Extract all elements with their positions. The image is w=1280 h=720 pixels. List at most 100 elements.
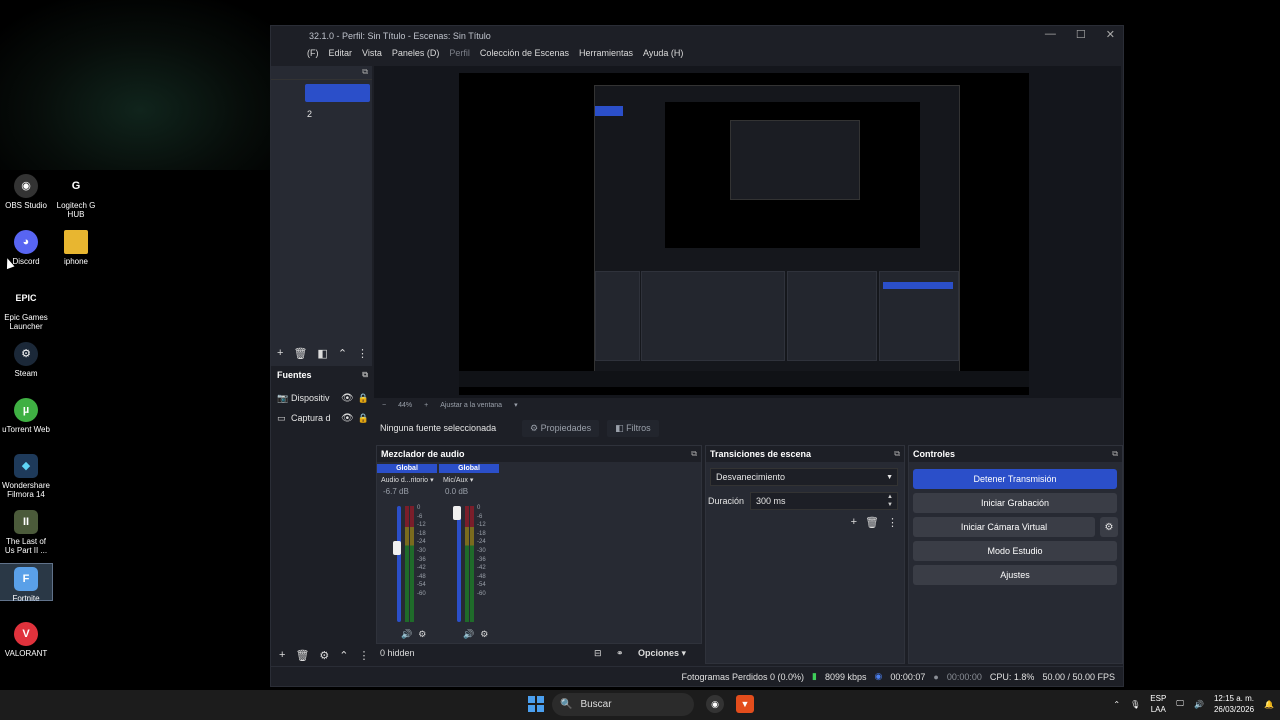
desktop-icon-valorant[interactable]: V VALORANT [0, 622, 52, 658]
add-icon[interactable]: + [851, 516, 857, 529]
desktop-icon-tlou[interactable]: II The Last of Us Part II ... [0, 510, 52, 555]
more-icon[interactable]: ⋮ [359, 649, 370, 662]
eye-icon[interactable]: 👁 [341, 413, 354, 424]
gear-icon[interactable]: ⚙ [319, 649, 329, 662]
chevron-down-icon[interactable]: ▾ [514, 401, 518, 409]
network-icon[interactable]: 🖵 [1176, 699, 1184, 709]
stop-streaming-button[interactable]: Detener Transmisión [913, 469, 1117, 489]
add-icon[interactable]: + [277, 347, 283, 359]
trash-icon[interactable]: 🗑 [293, 347, 307, 360]
menu-scene-collection[interactable]: Colección de Escenas [480, 48, 569, 64]
float-icon[interactable]: ⧉ [362, 67, 368, 77]
sources-dock: Fuentes ⧉ 📷 Dispositiv 👁 🔒 ▭ Captura d 👁… [273, 368, 372, 662]
volume-fader-handle[interactable] [453, 506, 461, 520]
menu-file[interactable]: (F) [307, 48, 319, 64]
float-icon[interactable]: ⧉ [362, 370, 368, 380]
desktop-icon-epic[interactable]: EPIC Epic Games Launcher [0, 286, 52, 331]
channel-name[interactable]: Audio d...ritorio ▾ [377, 473, 437, 487]
zoom-out-icon[interactable]: − [382, 402, 386, 409]
search-label: Buscar [580, 699, 612, 710]
float-icon[interactable]: ⧉ [691, 449, 697, 459]
desktop-icon-utorrent[interactable]: µ uTorrent Web [0, 398, 52, 434]
language-indicator[interactable]: ESP LAA [1150, 693, 1166, 715]
menu-view[interactable]: Vista [362, 48, 382, 64]
menu-tools[interactable]: Herramientas [579, 48, 633, 64]
volume-fader-handle[interactable] [393, 540, 401, 555]
menu-edit[interactable]: Editar [329, 48, 353, 64]
epic-games-icon: EPIC [15, 292, 37, 303]
desktop-icon-logitech[interactable]: G Logitech G HUB [50, 174, 102, 220]
scenes-dock: ⧉ 2 + 🗑 ◧ ⌃ ⋮ [271, 66, 372, 366]
db-scale-tick: -54 [477, 582, 486, 589]
trash-icon[interactable]: 🗑 [295, 649, 309, 662]
sources-title-text: Fuentes [277, 370, 312, 380]
desktop-icon-iphone[interactable]: iphone [50, 230, 102, 266]
brave-icon[interactable]: ▼ [736, 695, 754, 713]
preview-canvas[interactable] [459, 73, 1029, 395]
duration-input[interactable]: 300 ms ▲ ▼ [750, 492, 898, 510]
source-label: Captura d [291, 413, 331, 423]
menu-docks[interactable]: Paneles (D) [392, 48, 440, 64]
notification-icon[interactable]: 🔔 [1264, 700, 1274, 709]
taskbar-search[interactable]: 🔍 Buscar [552, 693, 694, 716]
channel-name[interactable]: Mic/Aux ▾ [439, 473, 499, 487]
settings-icon[interactable]: ⚙ [418, 629, 426, 640]
properties-button[interactable]: ⚙ Propiedades [522, 419, 600, 437]
obs-taskbar-icon[interactable]: ◉ [706, 695, 724, 713]
desktop-icon-fortnite[interactable]: F Fortnite [0, 563, 53, 603]
float-icon[interactable]: ⧉ [894, 449, 900, 459]
microphone-icon[interactable]: 🎙 [1130, 700, 1140, 709]
preview-area [374, 66, 1121, 398]
windows-start-icon[interactable] [528, 696, 544, 712]
transition-select[interactable]: Desvanecimiento ▼ [710, 468, 898, 486]
options-button[interactable]: Opciones ▾ [638, 648, 686, 659]
chevron-up-icon[interactable]: ⌃ [339, 649, 348, 662]
zoom-in-icon[interactable]: + [424, 402, 428, 409]
nested-sources [595, 271, 640, 361]
properties-label: Propiedades [540, 422, 592, 433]
more-icon[interactable]: ⋮ [357, 347, 368, 360]
dropped-frames: Fotogramas Perdidos 0 (0.0%) [681, 671, 805, 682]
scene-item-2[interactable]: 2 [307, 109, 312, 119]
start-virtual-camera-button[interactable]: Iniciar Cámara Virtual [913, 517, 1095, 537]
float-icon[interactable]: ⧉ [1112, 449, 1118, 459]
scene-item-selected[interactable] [305, 84, 370, 102]
filter-icon[interactable]: ◧ [317, 347, 327, 360]
start-recording-button[interactable]: Iniciar Grabación [913, 493, 1117, 513]
desktop-icon-filmora[interactable]: ◆ Wondershare Filmora 14 [0, 454, 52, 499]
trash-icon[interactable]: 🗑 [865, 516, 879, 529]
lock-icon[interactable]: 🔒 [358, 413, 369, 424]
volume-fader-track[interactable] [457, 506, 461, 622]
add-icon[interactable]: + [279, 649, 285, 661]
chevron-up-icon[interactable]: ⌃ [1113, 700, 1120, 709]
filters-button[interactable]: ◧ Filtros [607, 419, 659, 437]
menu-profile[interactable]: Perfil [449, 48, 470, 64]
spinner-icon[interactable]: ▲ ▼ [887, 493, 893, 509]
volume-fader-track[interactable] [397, 506, 401, 622]
chevron-up-icon[interactable]: ⌃ [338, 347, 347, 360]
clock[interactable]: 12:15 a. m. 26/03/2026 [1214, 693, 1254, 715]
maximize-icon[interactable]: ☐ [1076, 28, 1086, 41]
settings-icon[interactable]: ⚙ [480, 629, 488, 640]
eye-icon[interactable]: 👁 [341, 393, 354, 404]
link-icon[interactable]: ⚭ [616, 648, 638, 659]
scenes-header: ⧉ [271, 66, 372, 80]
source-item[interactable]: ▭ Captura d 👁 🔒 [273, 408, 372, 428]
studio-mode-button[interactable]: Modo Estudio [913, 541, 1117, 561]
minimize-icon[interactable]: — [1045, 28, 1056, 41]
speaker-icon[interactable]: 🔊 [463, 629, 474, 640]
gear-icon[interactable]: ⚙ [1100, 517, 1118, 537]
desktop-icon-steam[interactable]: ⚙ Steam [0, 342, 52, 378]
db-scale-tick: -30 [477, 547, 486, 554]
settings-button[interactable]: Ajustes [913, 565, 1117, 585]
more-icon[interactable]: ⋮ [887, 516, 898, 529]
desktop-icon-obs[interactable]: ◉ OBS Studio [0, 174, 52, 210]
lock-icon[interactable]: 🔒 [358, 393, 369, 404]
layout-icon[interactable]: ⊟ [594, 648, 616, 659]
zoom-fit[interactable]: Ajustar a la ventana [440, 402, 502, 409]
source-item[interactable]: 📷 Dispositiv 👁 🔒 [273, 388, 372, 408]
volume-icon[interactable]: 🔊 [1194, 700, 1204, 709]
menu-help[interactable]: Ayuda (H) [643, 48, 683, 64]
speaker-icon[interactable]: 🔊 [401, 629, 412, 640]
close-icon[interactable]: ✕ [1106, 28, 1115, 41]
